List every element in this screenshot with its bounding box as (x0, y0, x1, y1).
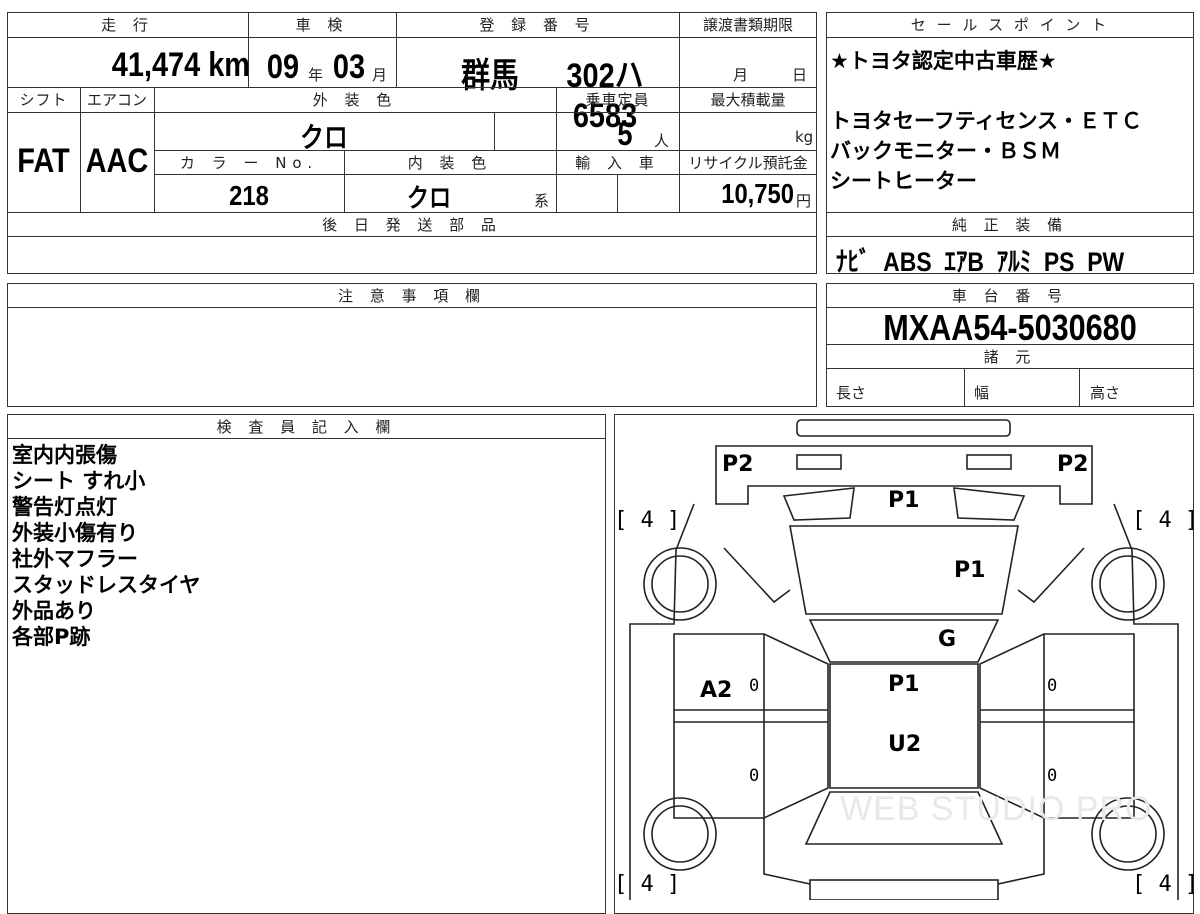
inspector-note: 室内内張傷 (12, 443, 117, 467)
tire-front-left: [ 4 ] (614, 508, 681, 533)
inspector-note: 各部P跡 (12, 625, 91, 649)
sales-line (830, 76, 1190, 106)
capacity-value: 5 (617, 116, 633, 152)
reg-label: 登 録 番 号 (479, 16, 596, 34)
inspector-note: 社外マフラー (12, 547, 138, 571)
caution-label: 注 意 事 項 欄 (337, 287, 487, 305)
shaken-label: 車 検 (295, 16, 349, 34)
tire-rear-right: [ 4 ] (1132, 872, 1199, 897)
color-no-label: カ ラ ー No. (179, 154, 319, 172)
color-no-value: 218 (229, 180, 269, 211)
shaken-year: 09 (266, 48, 300, 86)
mileage-value: 41,474 km (111, 46, 250, 84)
shift-label: シフト (19, 91, 68, 109)
mark-a2-left-door: A2 (700, 678, 733, 703)
ac-label: エアコン (86, 91, 147, 109)
mark-p1-top: P1 (888, 488, 920, 513)
equipment-items: ﾅﾋﾞ ABS ｴｱB ｱﾙﾐ PS PW (836, 247, 1125, 277)
zero-mark: 0 (1047, 676, 1058, 696)
zero-mark: 0 (1047, 766, 1058, 786)
inspector-note: 警告灯点灯 (12, 495, 117, 519)
inspector-note: 外品あり (12, 599, 96, 623)
mileage-label: 走 行 (101, 16, 154, 34)
sales-points-label: セ ー ル ス ポ イ ン ト (910, 16, 1110, 34)
inspector-note: スタッドレスタイヤ (12, 573, 201, 597)
shift-value: FAT (17, 142, 70, 180)
later-parts-label: 後 日 発 送 部 品 (322, 216, 502, 234)
shaken-month: 03 (332, 48, 366, 86)
transfer-month-unit: 月 (733, 66, 749, 84)
transfer-day-unit: 日 (792, 66, 808, 84)
max-load-unit: kg (795, 128, 814, 146)
sales-line: トヨタセーフティセンス・ＥＴＣ (830, 109, 1143, 133)
inspector-label: 検 査 員 記 入 欄 (216, 418, 397, 436)
zero-mark: 0 (749, 766, 760, 786)
dims-label: 諸 元 (983, 348, 1037, 366)
equipment-label: 純 正 装 備 (951, 216, 1069, 234)
shaken-month-unit: 月 (372, 66, 388, 84)
tire-rear-left: [ 4 ] (614, 872, 681, 897)
mark-p2-right: P2 (1057, 452, 1089, 477)
ext-color-label: 外 装 色 (312, 91, 398, 109)
sales-line: シートヒーター (830, 169, 977, 193)
sales-line: バックモニター・ＢＳＭ (830, 139, 1061, 163)
inspector-note: シート すれ小 (12, 469, 146, 493)
transfer-label: 譲渡書類期限 (702, 16, 793, 34)
int-color-value: クロ (406, 184, 452, 214)
int-color-label: 内 装 色 (407, 154, 493, 172)
ac-value: AAC (85, 142, 149, 180)
tire-front-right: [ 4 ] (1132, 508, 1199, 533)
recycle-unit: 円 (796, 192, 812, 210)
recycle-label: リサイクル預託金 (688, 154, 808, 172)
int-color-unit: 系 (534, 192, 550, 210)
mark-p2-left: P2 (722, 452, 754, 477)
chassis-label: 車 台 番 号 (951, 287, 1069, 305)
shaken-year-unit: 年 (308, 66, 324, 84)
inspector-note: 外装小傷有り (12, 521, 138, 545)
zero-mark: 0 (749, 676, 760, 696)
mark-u2-roof: U2 (888, 732, 922, 757)
chassis-number: MXAA54-5030680 (883, 307, 1137, 348)
sales-line: ★トヨタ認定中古車歴★ (830, 49, 1057, 73)
mark-g-windshield: G (938, 627, 957, 652)
length-label: 長さ (836, 384, 867, 402)
width-label: 幅 (974, 384, 990, 402)
recycle-value: 10,750 (721, 178, 794, 209)
mark-p1-roof: P1 (888, 672, 920, 697)
height-label: 高さ (1090, 384, 1121, 402)
mark-p1-hood: P1 (954, 558, 986, 583)
watermark: WEB STUDIO PRO (840, 790, 1153, 828)
capacity-unit: 人 (654, 132, 670, 150)
max-load-label: 最大積載量 (710, 91, 786, 109)
import-label: 輸 入 車 (575, 154, 660, 172)
capacity-label: 乗車定員 (585, 91, 650, 109)
